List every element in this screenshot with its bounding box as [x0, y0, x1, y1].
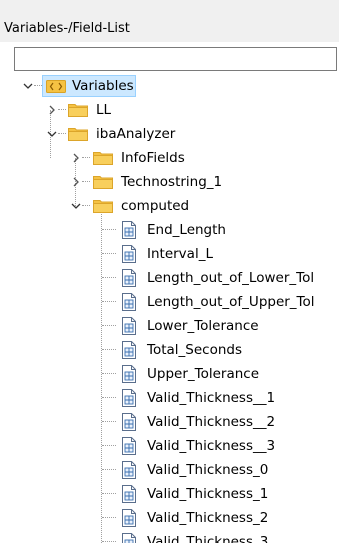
- tree-leaf-variable[interactable]: Length_out_of_Upper_Tol: [0, 290, 339, 314]
- tree-node-ibaanalyzer[interactable]: ibaAnalyzer: [0, 122, 339, 146]
- tree-leaf-variable[interactable]: Lower_Tolerance: [0, 314, 339, 338]
- chevron-down-icon[interactable]: [46, 128, 58, 140]
- tree-connector: [102, 493, 116, 494]
- tree-node-label: LL: [96, 102, 112, 118]
- folder-icon: [93, 176, 113, 189]
- variables-field-list-panel: Variables-/Field-List Variables LL ibaAn…: [0, 0, 339, 543]
- tree-leaf-label: Valid_Thickness_2: [147, 510, 269, 526]
- chevron-right-icon[interactable]: [70, 176, 82, 188]
- tree-connector: [102, 517, 116, 518]
- chevron-down-icon[interactable]: [22, 80, 34, 92]
- tree-connector: [82, 157, 90, 158]
- folder-icon: [68, 104, 88, 117]
- tree-connector: [34, 85, 42, 86]
- chevron-down-icon[interactable]: [70, 200, 82, 212]
- folder-icon: [93, 152, 113, 165]
- tree-leaf-variable[interactable]: End_Length: [0, 218, 339, 242]
- variables-root-icon: [46, 80, 66, 93]
- variable-file-icon: [122, 533, 136, 543]
- tree-leaf-label: Valid_Thickness__2: [147, 414, 276, 430]
- tree-connector: [58, 109, 66, 110]
- tree-connector: [102, 469, 116, 470]
- tree-connector: [82, 181, 90, 182]
- tree-leaf-label: Total_Seconds: [147, 342, 242, 358]
- tree-leaf-variable[interactable]: Upper_Tolerance: [0, 362, 339, 386]
- variable-file-icon: [122, 245, 136, 263]
- tree-leaf-variable[interactable]: Valid_Thickness__1: [0, 386, 339, 410]
- tree-node-label: ibaAnalyzer: [96, 126, 176, 142]
- tree-leaf-variable[interactable]: Valid_Thickness__2: [0, 410, 339, 434]
- tree-node-label: Variables: [72, 78, 134, 94]
- tree-connector: [102, 445, 116, 446]
- variable-file-icon: [122, 413, 136, 431]
- tree-leaf-variable[interactable]: Interval_L: [0, 242, 339, 266]
- tree-node-ll[interactable]: LL: [0, 98, 339, 122]
- tree-connector: [102, 541, 116, 542]
- tree-leaf-variable[interactable]: Valid_Thickness__3: [0, 434, 339, 458]
- tree-connector: [82, 205, 90, 206]
- variable-file-icon: [122, 221, 136, 239]
- tree-leaf-label: Length_out_of_Upper_Tol: [147, 294, 315, 310]
- variable-file-icon: [122, 341, 136, 359]
- variable-file-icon: [122, 485, 136, 503]
- variable-file-icon: [122, 365, 136, 383]
- tree-connector: [102, 373, 116, 374]
- tree-leaf-label: Valid_Thickness__1: [147, 390, 276, 406]
- variable-file-icon: [122, 293, 136, 311]
- tree-connector: [102, 277, 116, 278]
- tree-connector: [102, 301, 116, 302]
- tree-node-technostring[interactable]: Technostring_1: [0, 170, 339, 194]
- tree-leaf-variable[interactable]: Valid_Thickness_2: [0, 506, 339, 530]
- tree-leaf-label: Lower_Tolerance: [147, 318, 259, 334]
- tree-node-label: computed: [121, 198, 190, 214]
- tree-leaf-label: Valid_Thickness_1: [147, 486, 269, 502]
- tree-leaf-label: Upper_Tolerance: [147, 366, 260, 382]
- tree-leaf-label: Valid_Thickness__3: [147, 438, 276, 454]
- folder-icon: [93, 200, 113, 213]
- tree-connector: [102, 397, 116, 398]
- variable-file-icon: [122, 437, 136, 455]
- tree-leaf-label: Valid_Thickness_3: [147, 534, 269, 543]
- tree-node-infofields[interactable]: InfoFields: [0, 146, 339, 170]
- tree-node-computed[interactable]: computed: [0, 194, 339, 218]
- tree-leaf-variable[interactable]: Length_out_of_Lower_Tol: [0, 266, 339, 290]
- variable-file-icon: [122, 317, 136, 335]
- tree-connector: [102, 229, 116, 230]
- search-input[interactable]: [14, 47, 337, 71]
- tree-connector: [102, 253, 116, 254]
- tree-leaf-variable[interactable]: Valid_Thickness_0: [0, 458, 339, 482]
- tree-connector: [102, 325, 116, 326]
- variable-file-icon: [122, 461, 136, 479]
- tree-leaf-label: Interval_L: [147, 246, 213, 262]
- tree-leaf-variable[interactable]: Valid_Thickness_3: [0, 530, 339, 543]
- tree-leaf-label: Valid_Thickness_0: [147, 462, 269, 478]
- variable-file-icon: [122, 269, 136, 287]
- chevron-right-icon[interactable]: [70, 152, 82, 164]
- tree-connector: [102, 421, 116, 422]
- tree-leaf-label: End_Length: [147, 222, 226, 238]
- tree-connector: [58, 133, 66, 134]
- panel-title: Variables-/Field-List: [4, 21, 130, 36]
- tree-leaf-label: Length_out_of_Lower_Tol: [147, 270, 315, 286]
- tree-connector: [102, 349, 116, 350]
- tree-leaf-variable[interactable]: Total_Seconds: [0, 338, 339, 362]
- variable-file-icon: [122, 509, 136, 527]
- tree-node-label: InfoFields: [121, 150, 185, 166]
- tree-node-variables[interactable]: Variables: [0, 74, 339, 98]
- panel-header: Variables-/Field-List: [0, 0, 339, 42]
- tree-leaf-variable[interactable]: Valid_Thickness_1: [0, 482, 339, 506]
- variable-file-icon: [122, 389, 136, 407]
- folder-icon: [68, 128, 88, 141]
- chevron-right-icon[interactable]: [46, 104, 58, 116]
- tree-node-label: Technostring_1: [121, 174, 223, 190]
- variable-tree: Variables LL ibaAnalyzer InfoFields Tech…: [0, 74, 339, 543]
